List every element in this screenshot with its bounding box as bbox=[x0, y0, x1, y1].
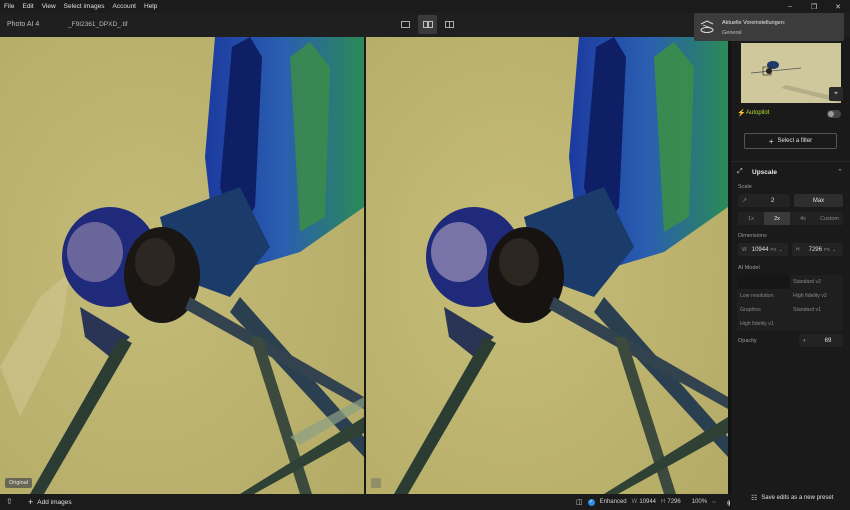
save-preset-button[interactable]: ☷ Save edits as a new preset bbox=[751, 494, 833, 502]
model-standard-v1[interactable]: Standard v1 bbox=[793, 307, 821, 313]
file-name: _F9I2361_DPXD_.tif bbox=[68, 21, 128, 28]
bottom-bar: ⇧ + Add images ◫ ✓ Enhanced W 10944 H 72… bbox=[0, 494, 734, 510]
menu-account[interactable]: Account bbox=[109, 0, 141, 13]
compare-icon[interactable]: ◫ bbox=[576, 498, 583, 506]
model-standard-v2[interactable]: Standard v2 bbox=[793, 279, 821, 285]
toast-preset-name: General bbox=[722, 30, 742, 36]
width-prefix: W bbox=[742, 246, 747, 253]
bolt-icon: ⚡ bbox=[737, 110, 746, 117]
upscale-title: Upscale bbox=[752, 169, 777, 176]
preset-toast: Aktuelle Voreinstellungen: General bbox=[694, 13, 844, 41]
width-unit: PX bbox=[770, 247, 777, 252]
height-prefix: H bbox=[661, 499, 666, 505]
menu-file[interactable]: File bbox=[0, 0, 18, 13]
opacity-icon: ◐ bbox=[803, 337, 807, 344]
model-low-resolution[interactable]: Low resolution bbox=[740, 293, 773, 299]
autopilot-label: Autopilot bbox=[746, 110, 770, 116]
split-view-icon[interactable] bbox=[418, 15, 437, 34]
original-tag: Original bbox=[5, 478, 32, 488]
scale-input[interactable]: ↗ 2 bbox=[738, 194, 790, 207]
height-input[interactable]: H 7296 PX ⌄ bbox=[792, 243, 843, 256]
plus-icon: + bbox=[768, 136, 774, 146]
menu-help[interactable]: Help bbox=[140, 0, 161, 13]
zoom-level[interactable]: 100% bbox=[692, 499, 707, 505]
ai-model-grid: Standard v2 Low resolution High fidelity… bbox=[737, 275, 843, 331]
scale-option-2x[interactable]: 2x bbox=[764, 212, 790, 225]
autopilot-row: ⚡ Autopilot bbox=[731, 107, 850, 121]
save-preset-icon: ☷ bbox=[751, 495, 758, 502]
model-high-fidelity-v2[interactable]: High fidelity v2 bbox=[793, 293, 827, 299]
max-label: Max bbox=[812, 197, 825, 204]
side-by-side-icon[interactable] bbox=[440, 15, 459, 34]
scale-option-custom[interactable]: Custom bbox=[816, 212, 843, 225]
compare-checkbox[interactable] bbox=[371, 478, 381, 488]
original-image-panel[interactable]: Original bbox=[0, 37, 364, 494]
max-scale-button[interactable]: Max bbox=[794, 194, 843, 207]
preset-icon bbox=[699, 19, 715, 35]
opacity-label: Opacity bbox=[738, 338, 757, 344]
navigator-thumbnail[interactable] bbox=[741, 43, 841, 103]
view-mode-group bbox=[396, 15, 459, 34]
section-divider bbox=[731, 161, 850, 162]
minimize-icon[interactable]: – bbox=[778, 0, 802, 13]
ai-model-label: AI Model bbox=[738, 265, 760, 271]
enhanced-check-icon[interactable]: ✓ bbox=[587, 498, 595, 506]
close-icon[interactable]: ✕ bbox=[826, 0, 850, 13]
height-value: 7296 bbox=[808, 246, 822, 253]
image-info: ◫ ✓ Enhanced W 10944 H 7296 100% ⌵ ◉ bbox=[576, 496, 734, 508]
menu-view[interactable]: View bbox=[38, 0, 60, 13]
select-filter-button[interactable]: + Select a filter bbox=[744, 133, 837, 149]
scale-label: Scale bbox=[738, 184, 752, 190]
chevron-down-icon: ⌄ bbox=[832, 246, 837, 253]
menu-bar: File Edit View Select images Account Hel… bbox=[0, 0, 850, 13]
save-preset-label: Save edits as a new preset bbox=[761, 495, 834, 501]
model-graphics[interactable]: Graphics bbox=[740, 307, 761, 313]
chevron-down-icon: ⌄ bbox=[778, 246, 783, 253]
add-images-label: Add images bbox=[37, 498, 72, 506]
enhanced-image-panel[interactable] bbox=[366, 37, 728, 494]
window-controls: – ❐ ✕ bbox=[778, 0, 850, 13]
right-sidebar: ⌖ ⚡ Autopilot + Select a filter ⤢ Upscal… bbox=[730, 37, 850, 510]
width-value: 10944 bbox=[639, 499, 657, 505]
app-title: Photo AI 4 bbox=[7, 21, 40, 28]
plus-icon: + bbox=[28, 497, 34, 507]
menu-select-images[interactable]: Select images bbox=[60, 0, 109, 13]
chevron-down-icon[interactable]: ⌵ bbox=[712, 499, 716, 505]
crop-icon[interactable]: ⌖ bbox=[829, 87, 843, 101]
upscale-header[interactable]: ⤢ Upscale ⌃ bbox=[731, 167, 850, 179]
width-value: 10944 bbox=[751, 246, 769, 253]
autopilot-toggle[interactable] bbox=[827, 110, 841, 118]
opacity-input[interactable]: ◐ 69 bbox=[799, 334, 843, 347]
dimensions-label: Dimensions bbox=[738, 233, 767, 239]
original-photo bbox=[0, 37, 364, 494]
enhanced-photo bbox=[366, 37, 728, 494]
toast-title: Aktuelle Voreinstellungen: bbox=[722, 20, 786, 26]
scale-value: 2 bbox=[771, 197, 775, 204]
height-unit: PX bbox=[823, 247, 830, 252]
height-value: 7296 bbox=[667, 499, 681, 505]
height-prefix: H bbox=[796, 246, 800, 253]
scale-option-1x[interactable]: 1x bbox=[738, 212, 764, 225]
scale-option-4x[interactable]: 4x bbox=[790, 212, 816, 225]
scale-lock-icon: ↗ bbox=[742, 198, 748, 204]
upscale-icon: ⤢ bbox=[737, 168, 743, 175]
model-selected-slot[interactable] bbox=[737, 275, 790, 289]
enhanced-label: Enhanced bbox=[599, 499, 627, 505]
add-images-button[interactable]: + Add images bbox=[28, 497, 72, 507]
restore-icon[interactable]: ❐ bbox=[802, 0, 826, 13]
select-filter-label: Select a filter bbox=[777, 138, 813, 144]
chevron-up-icon[interactable]: ⌃ bbox=[837, 168, 843, 176]
width-prefix: W bbox=[631, 499, 638, 505]
single-view-icon[interactable] bbox=[396, 15, 415, 34]
width-input[interactable]: W 10944 PX ⌄ bbox=[738, 243, 788, 256]
opacity-value: 69 bbox=[824, 337, 832, 344]
export-icon[interactable]: ⇧ bbox=[6, 497, 16, 507]
menu-edit[interactable]: Edit bbox=[18, 0, 37, 13]
model-high-fidelity-v1[interactable]: High fidelity v1 bbox=[740, 321, 774, 327]
